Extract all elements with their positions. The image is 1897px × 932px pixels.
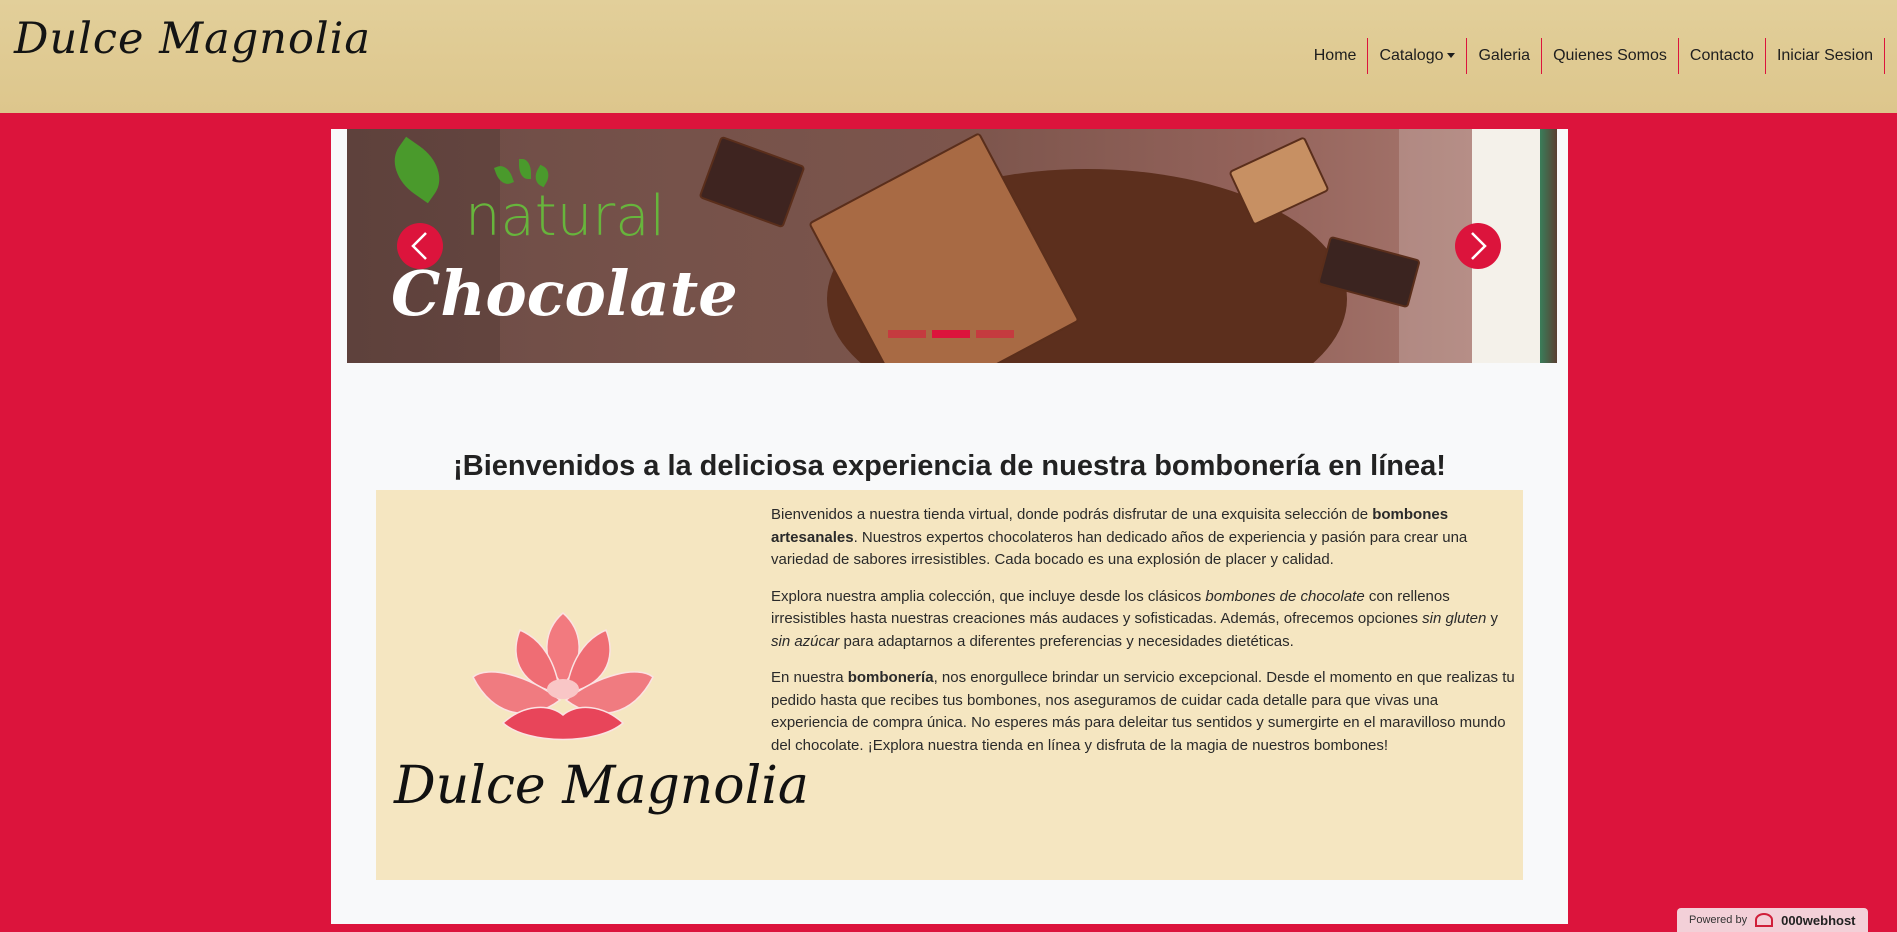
carousel-indicator-2[interactable] [932,330,970,338]
text-fragment: y [1486,610,1499,627]
collection-paragraph: Explora nuestra amplia colección, que in… [771,586,1516,654]
text-fragment: En nuestra [771,669,848,686]
feature-section: Dulce Magnolia Bienvenidos a nuestra tie… [376,490,1523,880]
feature-description: Bienvenidos a nuestra tienda virtual, do… [771,504,1516,771]
carousel-indicator-3[interactable] [976,330,1014,338]
text-fragment: Explora nuestra amplia colección, que in… [771,587,1206,605]
slide-title-natural: natural [465,184,666,249]
nav-links: Home Catalogo Galeria Quienes Somos Cont… [1303,38,1885,74]
chocolate-piece [698,135,806,229]
powered-by-label: Powered by [1689,914,1748,926]
nav-item-iniciar-sesion[interactable]: Iniciar Sesion [1766,38,1885,74]
welcome-heading: ¡Bienvenidos a la deliciosa experiencia … [453,450,1446,483]
italic-text: bombones de chocolate [1205,587,1365,605]
slide-title-chocolate: Chocolate [391,257,738,330]
chevron-left-icon [411,232,427,260]
service-paragraph: En nuestra bombonería, nos enorgullece b… [771,667,1516,757]
nav-item-home[interactable]: Home [1303,38,1369,74]
emphasis-text: bombonería [847,669,934,686]
hero-carousel: natural Chocolate [347,129,1557,363]
text-fragment: para adaptarnos a diferentes preferencia… [839,632,1294,650]
nav-item-galeria[interactable]: Galeria [1467,38,1543,74]
carousel-next-button[interactable] [1455,223,1501,269]
feature-logo-text: Dulce Magnolia [394,756,809,816]
carousel-indicator-1[interactable] [888,330,926,338]
nav-item-catalogo-label: Catalogo [1379,47,1444,64]
webhost-brand: 000webhost [1781,912,1856,928]
carousel-indicators [888,330,1014,338]
powered-by-badge[interactable]: Powered by 000webhost [1677,908,1868,932]
chevron-right-icon [1471,232,1487,260]
intro-paragraph: Bienvenidos a nuestra tienda virtual, do… [771,504,1516,572]
carousel-slide: natural Chocolate [347,129,1472,363]
brand-logo[interactable]: Dulce Magnolia [14,14,371,64]
magnolia-flower-icon [472,612,654,741]
italic-text: sin gluten [1422,610,1487,627]
caret-down-icon [1447,53,1456,59]
text-fragment: Bienvenidos a nuestra tienda virtual, do… [771,506,1373,523]
navbar: Dulce Magnolia Home Catalogo Galeria Qui… [0,0,1897,113]
nav-item-contacto[interactable]: Contacto [1679,38,1766,74]
italic-text: sin azúcar [771,632,840,650]
text-fragment: . Nuestros expertos chocolateros han ded… [771,528,1468,569]
leaf-decoration [519,159,531,179]
carousel-prev-button[interactable] [397,223,443,269]
nav-item-catalogo[interactable]: Catalogo [1368,38,1468,74]
nav-item-quienes-somos[interactable]: Quienes Somos [1542,38,1679,74]
next-slide-preview [1540,129,1557,363]
webhost-logo-icon [1755,913,1774,927]
content-panel: natural Chocolate ¡Bienvenidos a la deli… [331,129,1568,924]
